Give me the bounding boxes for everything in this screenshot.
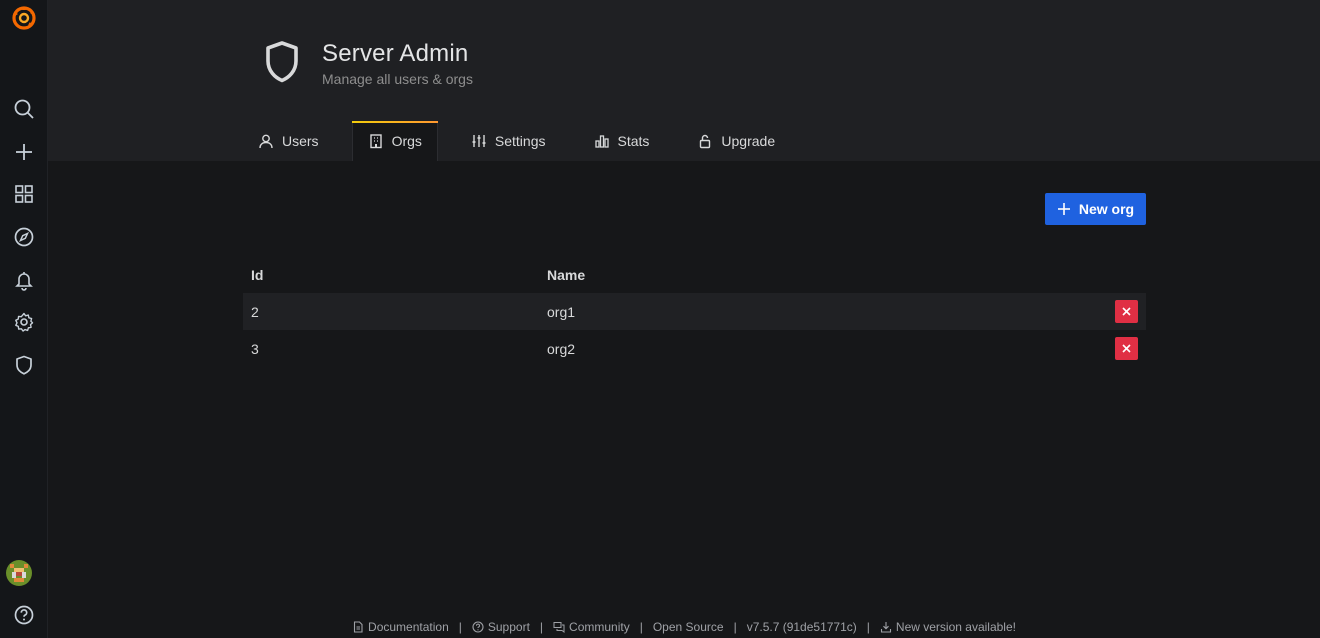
user-avatar[interactable]	[6, 560, 32, 586]
tab-users-label: Users	[282, 133, 319, 149]
building-icon	[369, 134, 382, 149]
footer-support-link[interactable]: Support	[472, 620, 530, 634]
org-name[interactable]: org2	[547, 341, 575, 357]
tab-settings[interactable]: Settings	[456, 121, 561, 161]
server-admin-shield-icon[interactable]	[0, 347, 48, 383]
footer: Documentation | Support | Community | Op…	[48, 618, 1320, 636]
column-header-name: Name	[547, 266, 586, 283]
configuration-gear-icon[interactable]	[0, 304, 48, 340]
plus-icon[interactable]	[0, 134, 48, 170]
org-id[interactable]: 2	[251, 304, 259, 320]
close-icon	[1122, 307, 1131, 316]
bar-chart-icon	[594, 135, 609, 148]
help-icon[interactable]	[0, 597, 48, 633]
explore-compass-icon[interactable]	[0, 219, 48, 255]
footer-documentation-label: Documentation	[368, 620, 449, 634]
user-icon	[259, 134, 273, 149]
footer-version: v7.5.7 (91de51771c)	[747, 620, 857, 634]
new-org-label: New org	[1078, 201, 1135, 217]
footer-separator: |	[539, 620, 544, 634]
tab-settings-label: Settings	[494, 133, 546, 149]
table-header: Id Name	[243, 256, 1146, 293]
tab-upgrade[interactable]: Upgrade	[682, 121, 790, 161]
plus-icon	[1057, 203, 1070, 215]
page-subtitle: Manage all users & orgs	[322, 71, 473, 87]
footer-separator: |	[866, 620, 870, 634]
page-header: Server Admin Manage all users & orgs Use…	[48, 0, 1320, 161]
dashboards-icon[interactable]	[0, 176, 48, 212]
delete-org-button[interactable]	[1115, 300, 1138, 323]
orgs-table: Id Name 2 org1 3 org2	[243, 256, 1146, 367]
search-icon[interactable]	[0, 91, 48, 127]
footer-new-version-link[interactable]: New version available!	[880, 620, 1016, 634]
column-header-id: Id	[251, 266, 264, 283]
close-icon	[1122, 344, 1131, 353]
footer-separator: |	[639, 620, 643, 634]
org-id[interactable]: 3	[251, 341, 259, 357]
footer-open-source-label: Open Source	[652, 620, 724, 634]
sidebar	[0, 0, 48, 638]
table-row[interactable]: 2 org1	[243, 293, 1146, 330]
tab-users[interactable]: Users	[243, 121, 334, 161]
footer-open-source-link[interactable]: Open Source	[653, 620, 724, 634]
footer-documentation-link[interactable]: Documentation	[352, 620, 449, 634]
document-icon	[353, 621, 363, 633]
footer-separator: |	[458, 620, 462, 634]
tab-upgrade-label: Upgrade	[721, 133, 776, 149]
unlock-icon	[700, 134, 711, 149]
org-name[interactable]: org1	[547, 304, 575, 320]
footer-support-label: Support	[487, 620, 530, 634]
alerting-bell-icon[interactable]	[0, 262, 48, 298]
footer-new-version-label: New version available!	[895, 620, 1016, 634]
tab-bar: Users Orgs Settings Stats Upgrade	[243, 121, 790, 161]
page-title: Server Admin	[322, 40, 469, 67]
tab-stats-label: Stats	[617, 133, 650, 149]
grafana-logo-icon[interactable]	[0, 0, 48, 36]
tab-stats[interactable]: Stats	[579, 121, 665, 161]
footer-community-link[interactable]: Community	[553, 620, 630, 634]
footer-community-label: Community	[569, 620, 630, 634]
tab-orgs[interactable]: Orgs	[351, 121, 439, 161]
comments-icon	[553, 622, 565, 633]
footer-separator: |	[733, 620, 737, 634]
shield-icon	[266, 41, 298, 83]
download-icon	[880, 622, 891, 633]
delete-org-button[interactable]	[1115, 337, 1138, 360]
footer-version-label: v7.5.7 (91de51771c)	[746, 620, 857, 634]
table-row[interactable]: 3 org2	[243, 330, 1146, 367]
sliders-icon	[472, 135, 486, 147]
tab-orgs-label: Orgs	[391, 133, 422, 149]
new-org-button[interactable]: New org	[1045, 193, 1146, 225]
question-circle-icon	[472, 621, 484, 633]
